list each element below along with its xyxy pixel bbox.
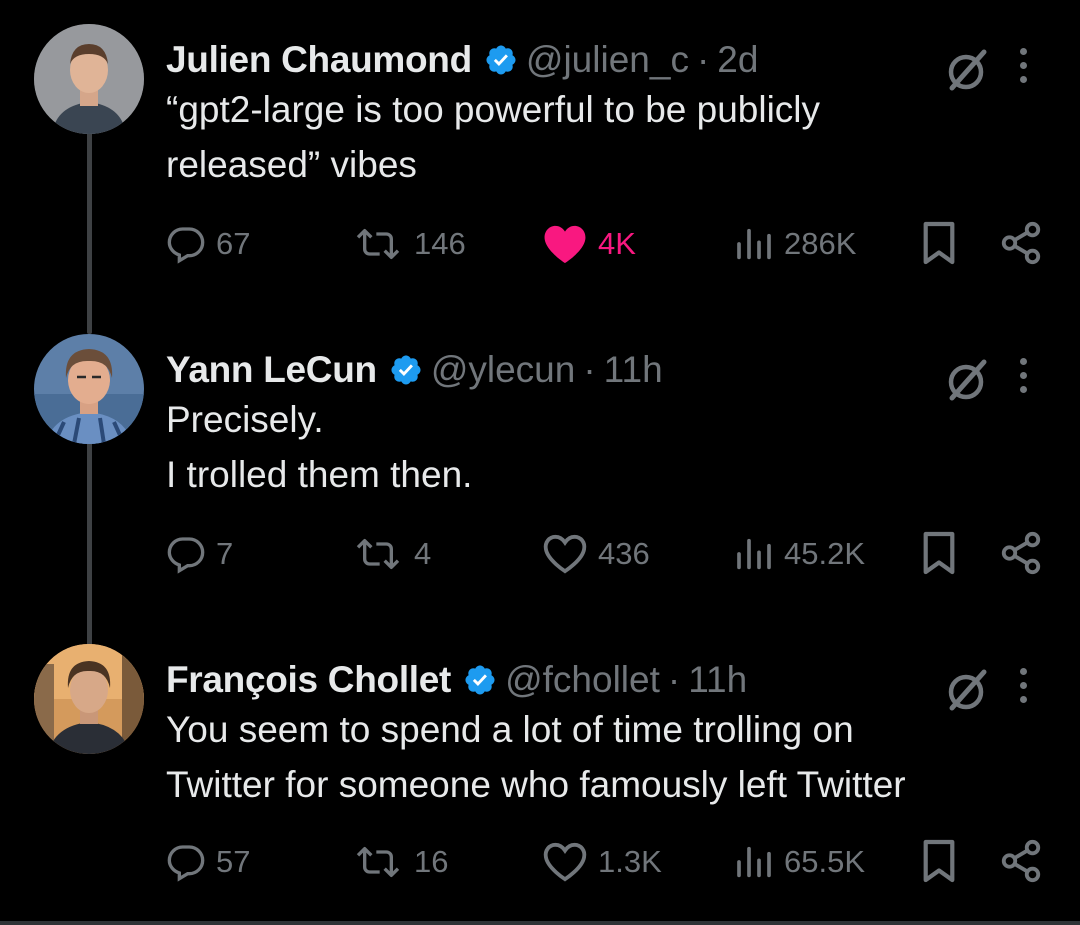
views-count: 65.5K [784,844,866,879]
views-count: 286K [784,226,857,261]
retweet-icon [356,847,400,877]
share-icon[interactable] [998,838,1044,889]
views-icon [737,846,771,878]
share-icon[interactable] [998,220,1044,271]
tweet-text-line: Twitter for someone who famously left Tw… [166,764,906,805]
views-icon [737,228,771,260]
views-button[interactable]: 286K [734,214,856,274]
retweet-button[interactable]: 146 [352,214,466,274]
heart-icon [543,534,587,574]
retweet-icon [356,539,400,569]
tweet-text-line: “gpt2-large is too powerful to be public… [166,89,821,130]
reply-count: 7 [216,536,234,571]
action-bar: 67 146 4K 286K [0,214,1080,274]
tweet-text: “gpt2-large is too powerful to be public… [166,82,1046,192]
retweet-button[interactable]: 4 [352,524,431,584]
reply-count: 67 [216,226,251,261]
retweet-count: 4 [414,536,432,571]
like-count: 436 [598,536,650,571]
verified-badge-icon [484,43,518,77]
reply-icon [167,537,205,574]
divider [0,921,1080,925]
avatar[interactable] [34,644,144,754]
retweet-count: 146 [414,226,466,261]
separator: · [667,659,681,700]
tweet-header: François Chollet @fchollet · 11h [166,652,747,708]
reply-icon [167,845,205,882]
handle[interactable]: @fchollet [505,659,660,701]
tweet-text-line: released” vibes [166,144,417,185]
tweet-text: Precisely. I trolled them then. [166,392,1046,502]
like-count: 4K [598,226,636,261]
verified-badge-icon [389,353,423,387]
retweet-icon [356,229,400,259]
views-button[interactable]: 45.2K [734,524,865,584]
handle[interactable]: @julien_c [526,39,689,81]
like-button[interactable]: 4K [542,214,636,274]
reply-icon [167,227,205,264]
heart-icon [544,225,586,264]
views-button[interactable]: 65.5K [734,832,865,892]
views-count: 45.2K [784,536,866,571]
heart-icon [543,842,587,882]
tweet-text-line: I trolled them then. [166,454,473,495]
tweet-text: You seem to spend a lot of time trolling… [166,702,1046,812]
like-count: 1.3K [598,844,662,879]
like-button[interactable]: 436 [542,524,650,584]
action-bar: 7 4 436 45.2K [0,524,1080,584]
tweet-header: Julien Chaumond @julien_c · 2d [166,32,758,88]
separator: · [696,39,710,80]
views-icon [737,538,771,570]
timestamp[interactable]: 11h [604,349,663,391]
tweet-text-line: Precisely. [166,399,324,440]
action-bar: 57 16 1.3K 65.5K [0,832,1080,892]
retweet-count: 16 [414,844,449,879]
handle[interactable]: @ylecun [431,349,576,391]
display-name[interactable]: François Chollet [166,659,451,701]
avatar[interactable] [34,334,144,444]
avatar[interactable] [34,24,144,134]
tweet-text-line: You seem to spend a lot of time trolling… [166,709,854,750]
bookmark-icon[interactable] [920,530,958,581]
like-button[interactable]: 1.3K [542,832,662,892]
timestamp[interactable]: 2d [717,39,758,81]
bookmark-icon[interactable] [920,838,958,889]
share-icon[interactable] [998,530,1044,581]
reply-button[interactable]: 57 [166,832,250,892]
verified-badge-icon [463,663,497,697]
display-name[interactable]: Julien Chaumond [166,39,472,81]
separator: · [583,349,596,390]
bookmark-icon[interactable] [920,220,958,271]
retweet-button[interactable]: 16 [352,832,448,892]
reply-button[interactable]: 67 [166,214,250,274]
tweet-header: Yann LeCun @ylecun · 11h [166,342,663,398]
display-name[interactable]: Yann LeCun [166,349,377,391]
reply-button[interactable]: 7 [166,524,233,584]
reply-count: 57 [216,844,251,879]
timestamp[interactable]: 11h [688,659,747,701]
